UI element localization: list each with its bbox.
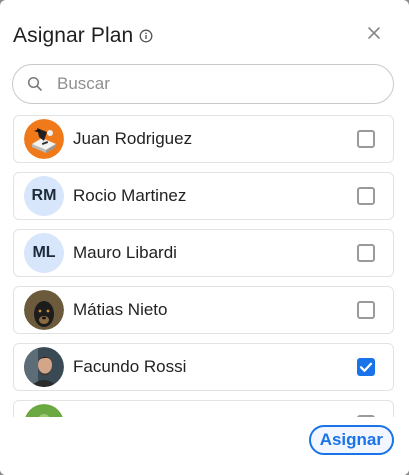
select-checkbox[interactable] [357,130,375,148]
user-list[interactable]: Juan Rodriguez RM Rocio Martinez ML Maur… [0,112,409,417]
select-checkbox[interactable] [357,187,375,205]
user-name: Mátias Nieto [73,300,168,319]
search-icon [27,76,43,92]
select-checkbox[interactable] [357,301,375,319]
assign-button[interactable]: Asignar [308,425,394,455]
modal-header: Asignar Plan [13,24,153,48]
user-name: Mauro Libardi [73,243,177,262]
list-item[interactable]: Juan Rodriguez [13,115,394,163]
user-name: Juan Rodriguez [73,129,193,148]
avatar [24,119,64,159]
check-icon [359,362,373,372]
list-item[interactable]: RM Rocio Martinez [13,172,394,220]
modal-title: Asignar Plan [13,24,134,47]
user-name: Facundo Rossi [73,357,187,376]
info-icon[interactable] [139,29,153,43]
avatar [24,404,64,417]
avatar: RM [24,176,64,216]
list-item[interactable]: Mátias Nieto [13,286,394,334]
modal-footer: Asignar [0,417,409,475]
search-field[interactable] [12,64,394,104]
avatar: ML [24,233,64,273]
user-name: Rocio Martinez [73,186,187,205]
close-icon[interactable] [367,26,381,40]
list-item[interactable]: Facundo Rossi [13,343,394,391]
assign-plan-modal: Asignar Plan Buscar Juan Rodriguez RM Ro… [0,0,409,475]
list-item[interactable]: ML Mauro Libardi [13,229,394,277]
list-item[interactable] [13,400,394,417]
avatar [24,347,64,387]
avatar [24,290,64,330]
select-checkbox[interactable] [357,244,375,262]
search-input[interactable] [57,74,357,94]
select-checkbox[interactable] [357,358,375,376]
